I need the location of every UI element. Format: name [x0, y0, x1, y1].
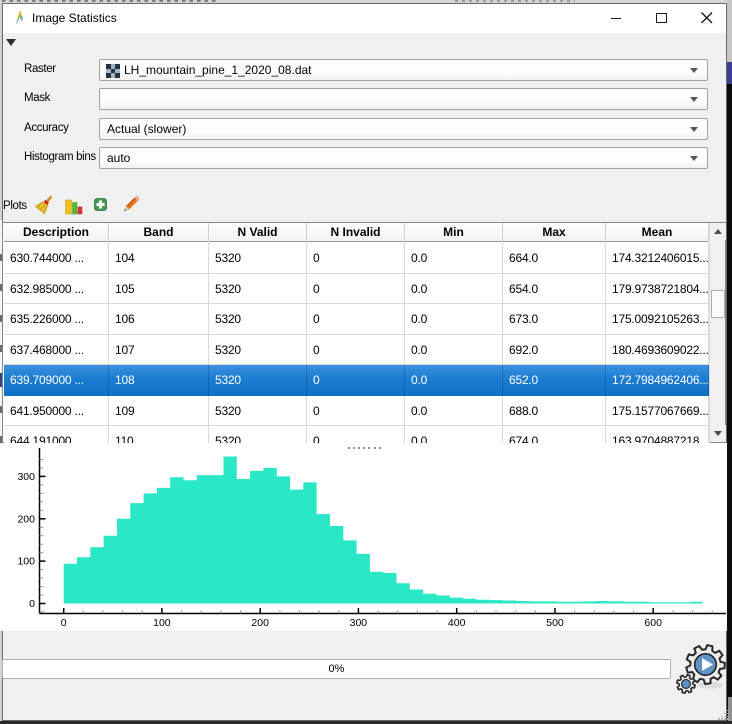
- svg-text:100: 100: [17, 556, 35, 568]
- svg-text:300: 300: [17, 471, 35, 483]
- svg-text:200: 200: [17, 513, 35, 525]
- svg-text:200: 200: [251, 617, 269, 629]
- svg-text:400: 400: [448, 617, 466, 629]
- svg-text:300: 300: [350, 617, 368, 629]
- svg-text:600: 600: [644, 617, 662, 629]
- svg-text:500: 500: [546, 617, 564, 629]
- svg-text:100: 100: [153, 617, 171, 629]
- svg-text:0: 0: [61, 617, 67, 629]
- svg-text:0: 0: [29, 598, 35, 610]
